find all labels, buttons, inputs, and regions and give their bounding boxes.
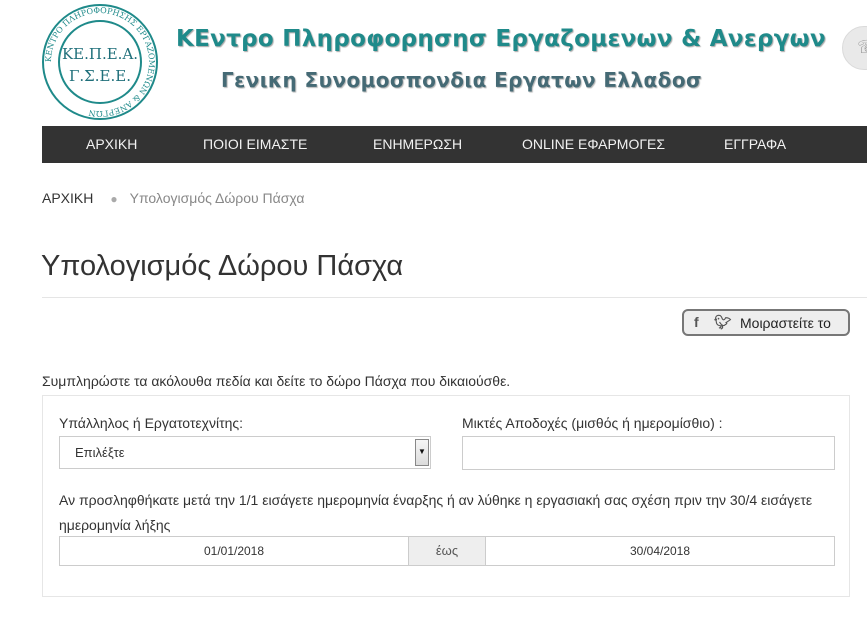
share-label: Μοιραστείτε το	[740, 315, 831, 331]
header-subtitle: Γενικη Συνομοσπονδια Εργατων Ελλαδοσ	[221, 68, 702, 92]
intro-text: Συμπληρώστε τα ακόλουθα πεδία και δείτε …	[42, 373, 511, 389]
start-date-input[interactable]: 01/01/2018	[60, 537, 408, 565]
employee-type-select[interactable]: Επιλέξτε ▼	[59, 436, 431, 469]
dates-note: Αν προσληφθήκατε μετά την 1/1 εισάγετε η…	[59, 492, 813, 533]
nav-item-home[interactable]: ΑΡΧΙΚΗ	[86, 126, 137, 163]
end-date-input[interactable]: 30/04/2018	[486, 537, 834, 565]
salary-input[interactable]	[462, 436, 835, 470]
salary-label: Μικτές Αποδοχές (μισθός ή ημερομίσθιο) :	[462, 415, 723, 431]
header-title: ΚΕντρο Πληροφορησησ Εργαζομενων & Ανεργω…	[176, 26, 826, 52]
nav-item-about[interactable]: ΠΟΙΟΙ ΕΙΜΑΣΤΕ	[203, 126, 307, 163]
employee-type-label: Υπάλληλος ή Εργατοτεχνίτης:	[59, 415, 244, 431]
main-nav: ΑΡΧΙΚΗ ΠΟΙΟΙ ΕΙΜΑΣΤΕ ΕΝΗΜΕΡΩΣΗ ONLINE ΕΦ…	[42, 126, 867, 163]
date-range-separator: έως	[408, 537, 486, 565]
phone-button[interactable]: ☏	[842, 26, 867, 70]
logo[interactable]: ΚΕΝΤΡΟ ΠΛΗΡΟΦΟΡΗΣΗΣ ΕΡΓΑΖΟΜΕΝΩΝ & ΑΝΕΡΓΩ…	[41, 3, 159, 121]
logo-text-line2: Γ.Σ.Ε.Ε.	[69, 67, 131, 85]
breadcrumb-current: Υπολογισμός Δώρου Πάσχα	[129, 190, 305, 206]
divider	[42, 297, 867, 298]
phone-icon: ☏	[857, 37, 867, 58]
facebook-icon[interactable]: f	[694, 314, 699, 330]
nav-item-documents[interactable]: ΕΓΓΡΑΦΑ	[724, 126, 786, 163]
breadcrumb-home[interactable]: ΑΡΧΙΚΗ	[42, 190, 93, 206]
employee-type-value: Επιλέξτε	[75, 445, 125, 460]
date-range: 01/01/2018 έως 30/04/2018	[59, 536, 835, 566]
breadcrumb-separator: ●	[110, 192, 118, 206]
dropdown-arrow-icon[interactable]: ▼	[415, 439, 429, 466]
page-title: Υπολογισμός Δώρου Πάσχα	[41, 250, 404, 282]
breadcrumb: ΑΡΧΙΚΗ ● Υπολογισμός Δώρου Πάσχα	[42, 190, 304, 206]
share-button[interactable]: f 🐦︎ Μοιραστείτε το	[682, 309, 850, 336]
nav-item-news[interactable]: ΕΝΗΜΕΡΩΣΗ	[373, 126, 462, 163]
twitter-icon[interactable]: 🐦︎	[714, 314, 732, 331]
nav-item-online-apps[interactable]: ONLINE ΕΦΑΡΜΟΓΕΣ	[522, 126, 665, 163]
logo-text-line1: ΚΕ.Π.Ε.Α.	[62, 45, 138, 63]
